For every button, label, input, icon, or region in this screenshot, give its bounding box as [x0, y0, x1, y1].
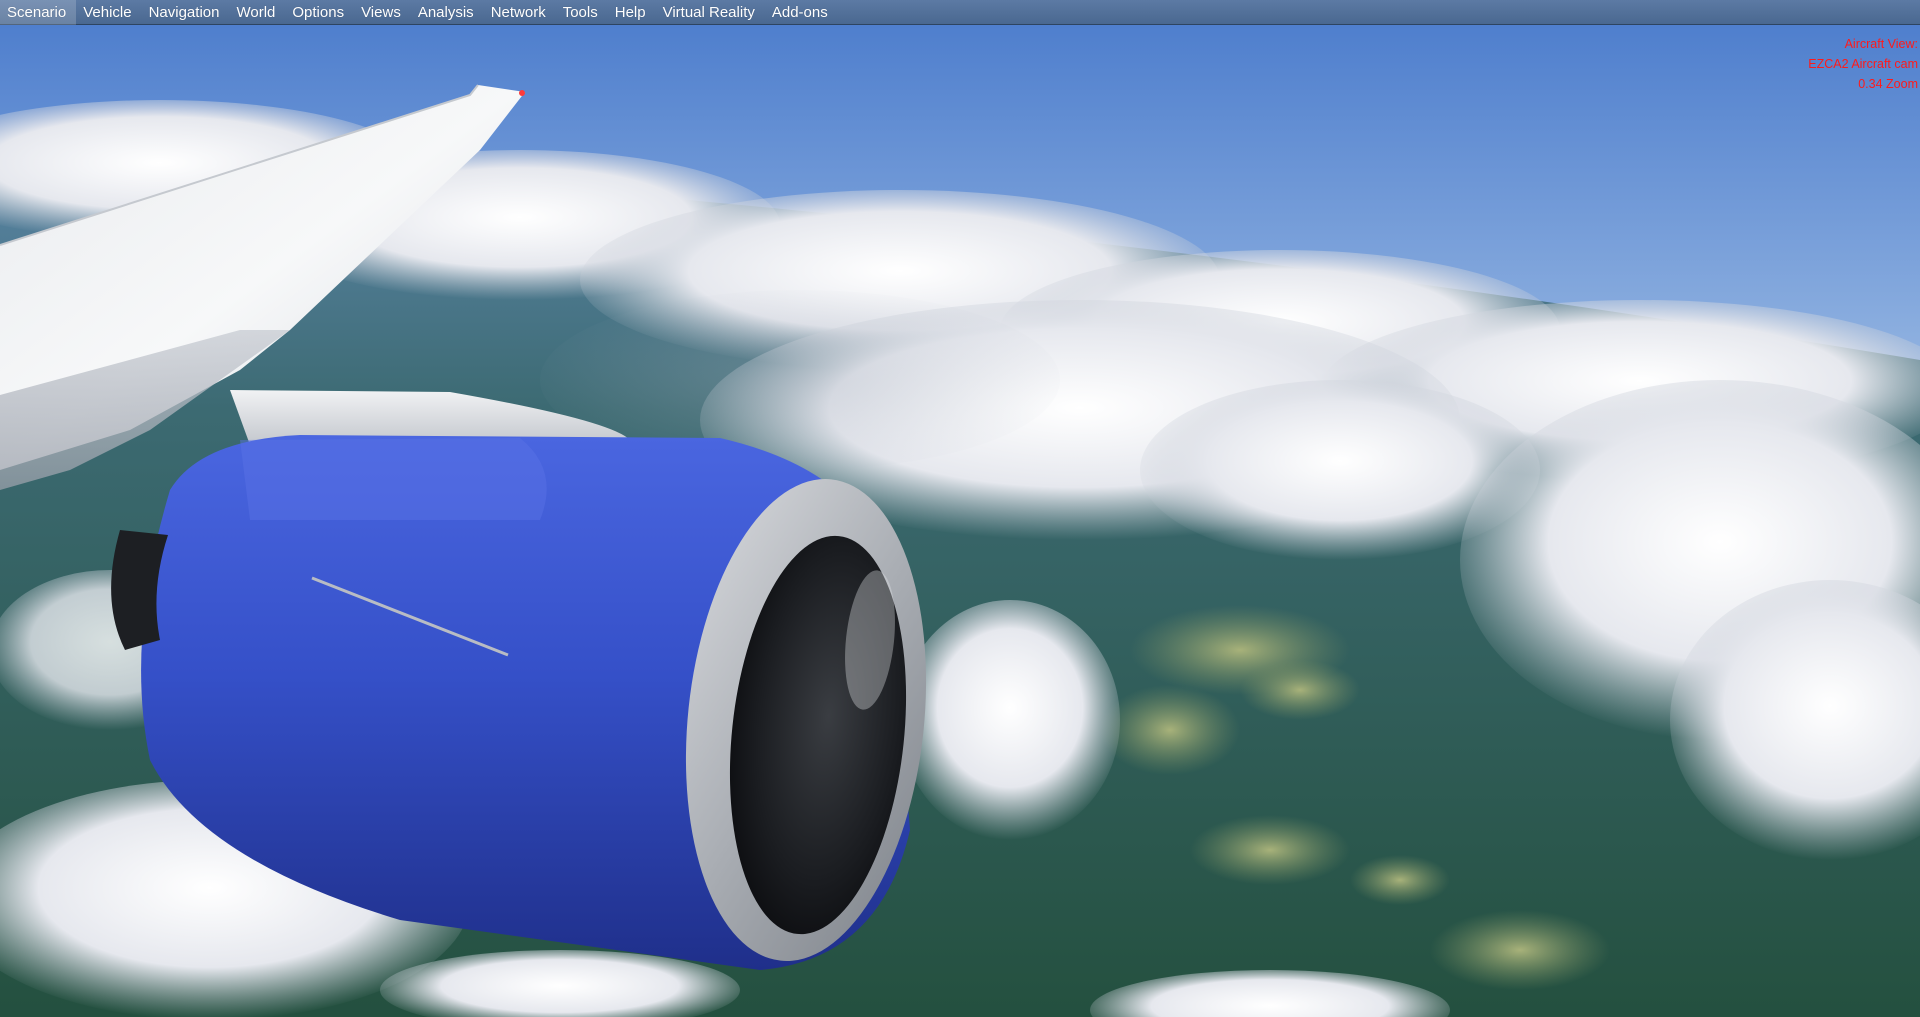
zoom-level: 0.34 Zoom: [1858, 77, 1918, 91]
menu-virtual-reality[interactable]: Virtual Reality: [656, 0, 765, 25]
menu-options[interactable]: Options: [285, 0, 354, 25]
menu-views[interactable]: Views: [354, 0, 411, 25]
menu-analysis[interactable]: Analysis: [411, 0, 484, 25]
menu-navigation[interactable]: Navigation: [142, 0, 230, 25]
menu-vehicle[interactable]: Vehicle: [76, 0, 141, 25]
menu-world[interactable]: World: [229, 0, 285, 25]
menu-add-ons[interactable]: Add-ons: [765, 0, 838, 25]
menu-tools[interactable]: Tools: [556, 0, 608, 25]
camera-name: EZCA2 Aircraft cam: [1808, 57, 1918, 71]
external-aircraft-view: [0, 0, 1920, 1017]
menu-scenario[interactable]: Scenario: [0, 0, 77, 25]
simulator-viewport[interactable]: Scenario Vehicle Navigation World Option…: [0, 0, 1920, 1017]
menu-bar: Scenario Vehicle Navigation World Option…: [0, 0, 1920, 25]
menu-help[interactable]: Help: [608, 0, 656, 25]
menu-network[interactable]: Network: [484, 0, 556, 25]
view-info-overlay: Aircraft View: EZCA2 Aircraft cam 0.34 Z…: [1808, 34, 1918, 94]
view-label: Aircraft View:: [1844, 37, 1918, 51]
